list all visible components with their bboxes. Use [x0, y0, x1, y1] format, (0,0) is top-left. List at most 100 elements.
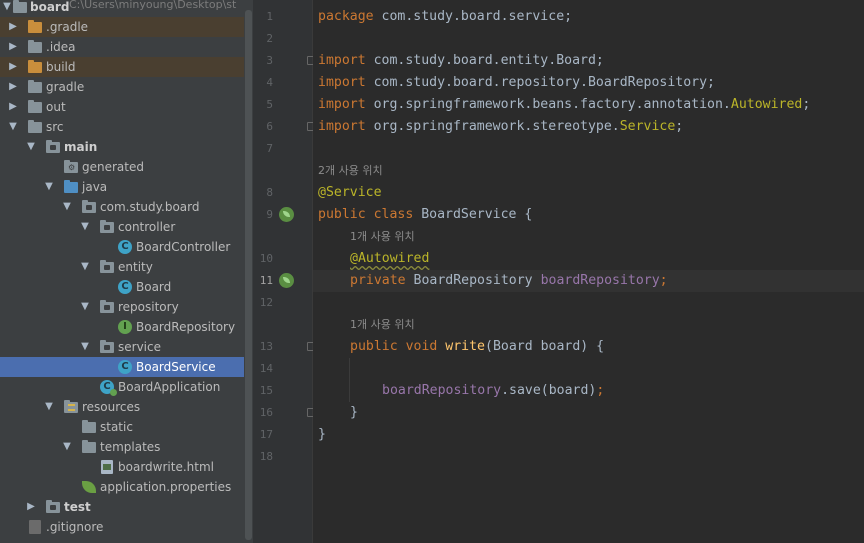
code-text: ;	[675, 119, 684, 134]
chevron-down-icon[interactable]: ▼	[44, 400, 54, 414]
tree-item-gradle-dir[interactable]: ▶ .gradle	[0, 17, 253, 37]
folder-icon	[27, 79, 43, 95]
package-icon	[99, 339, 115, 355]
tree-item-main[interactable]: ▼ main	[0, 137, 253, 157]
code-text: com.study.board.repository.BoardReposito…	[365, 75, 715, 90]
tree-item-gitignore[interactable]: .gitignore	[0, 517, 253, 537]
tree-scrollbar[interactable]	[244, 0, 253, 543]
annotation: @Autowired	[350, 251, 430, 266]
annotation-name: Service	[619, 119, 676, 134]
tree-item-board[interactable]: C Board	[0, 277, 253, 297]
class-icon: C	[117, 279, 133, 295]
tree-item-label: test	[64, 500, 91, 514]
tree-item-label: BoardRepository	[136, 320, 236, 334]
spring-leaf-icon	[81, 479, 97, 495]
tree-item-label: build	[46, 60, 76, 74]
line-number: 18	[259, 450, 273, 463]
folder-icon	[27, 119, 43, 135]
usages-inlay-hint[interactable]: 2개 사용 위치	[318, 162, 383, 180]
spring-autowired-bean-icon[interactable]	[279, 273, 294, 288]
package-icon	[99, 219, 115, 235]
tree-item-package-root[interactable]: ▼ com.study.board	[0, 197, 253, 217]
line-number: 14	[259, 362, 273, 375]
tree-item-java[interactable]: ▼ java	[0, 177, 253, 197]
chevron-right-icon[interactable]: ▶	[26, 500, 36, 514]
chevron-down-icon[interactable]: ▼	[2, 0, 12, 14]
line-number: 3	[266, 54, 273, 67]
tree-item-label: .gitignore	[46, 520, 104, 534]
tree-item-controller[interactable]: ▼ controller	[0, 217, 253, 237]
code-editor[interactable]: package com.study.board.service; import …	[313, 0, 864, 543]
tree-item-service[interactable]: ▼ service	[0, 337, 253, 357]
indent-guide	[349, 358, 350, 402]
scrollbar-thumb[interactable]	[245, 10, 252, 540]
source-root-icon	[63, 179, 79, 195]
line-number: 11	[259, 274, 273, 287]
code-text: (Board board) {	[485, 339, 605, 354]
source-folder-icon	[45, 139, 61, 155]
keyword: public void	[350, 339, 438, 354]
tree-item-label: templates	[100, 440, 161, 454]
code-text: com.study.board.service;	[373, 9, 573, 24]
tree-item-application-properties[interactable]: application.properties	[0, 477, 253, 497]
tree-item-idea[interactable]: ▶ .idea	[0, 37, 253, 57]
tree-item-label: static	[100, 420, 133, 434]
tree-item-out[interactable]: ▶ out	[0, 97, 253, 117]
tree-item-boardwrite-html[interactable]: boardwrite.html	[0, 457, 253, 477]
chevron-right-icon[interactable]: ▶	[8, 60, 18, 74]
chevron-right-icon[interactable]: ▶	[8, 40, 18, 54]
tree-item-board-service[interactable]: C BoardService	[0, 357, 253, 377]
line-number: 12	[259, 296, 273, 309]
editor-gutter: 1 2 3 4 5 6 7 8 9 10 11 12 13 14 15 16 1…	[253, 0, 316, 543]
chevron-down-icon[interactable]: ▼	[26, 140, 36, 154]
tree-item-label: Board	[136, 280, 172, 294]
chevron-right-icon[interactable]: ▶	[8, 20, 18, 34]
chevron-down-icon[interactable]: ▼	[80, 220, 90, 234]
keyword: public class	[318, 207, 414, 222]
chevron-down-icon[interactable]: ▼	[62, 440, 72, 454]
annotation-name: Autowired	[730, 97, 803, 112]
tree-item-test[interactable]: ▶ test	[0, 497, 253, 517]
tree-item-static[interactable]: static	[0, 417, 253, 437]
code-text: BoardService {	[413, 207, 533, 222]
interface-icon: I	[117, 319, 133, 335]
tree-item-templates[interactable]: ▼ templates	[0, 437, 253, 457]
root-name: board	[30, 0, 70, 14]
code-line-16: }	[350, 405, 358, 420]
code-line-6: import org.springframework.stereotype.Se…	[318, 116, 683, 138]
tree-item-repository[interactable]: ▼ repository	[0, 297, 253, 317]
code-line-13: public void write(Board board) {	[350, 336, 604, 358]
tree-item-label: BoardController	[136, 240, 231, 254]
spring-bean-icon[interactable]	[279, 207, 294, 222]
code-line-4: import com.study.board.repository.BoardR…	[318, 72, 715, 94]
tree-root-board[interactable]: ▼ board C:\Users\minyoung\Desktop\st	[0, 0, 253, 17]
tree-item-board-controller[interactable]: C BoardController	[0, 237, 253, 257]
tree-item-build[interactable]: ▶ build	[0, 57, 253, 77]
tree-item-label: com.study.board	[100, 200, 200, 214]
chevron-down-icon[interactable]: ▼	[80, 300, 90, 314]
tree-item-board-repository[interactable]: I BoardRepository	[0, 317, 253, 337]
chevron-right-icon[interactable]: ▶	[8, 100, 18, 114]
tree-item-board-application[interactable]: C BoardApplication	[0, 377, 253, 397]
tree-item-src[interactable]: ▼ src	[0, 117, 253, 137]
chevron-down-icon[interactable]: ▼	[80, 340, 90, 354]
chevron-down-icon[interactable]: ▼	[80, 260, 90, 274]
class-icon: C	[117, 359, 133, 375]
line-number: 5	[266, 98, 273, 111]
tree-item-label: BoardApplication	[118, 380, 221, 394]
tree-item-entity[interactable]: ▼ entity	[0, 257, 253, 277]
usages-inlay-hint[interactable]: 1개 사용 위치	[350, 228, 415, 246]
folder-icon	[27, 59, 43, 75]
resources-folder-icon	[63, 399, 79, 415]
tree-item-resources[interactable]: ▼ resources	[0, 397, 253, 417]
code-line-3: import com.study.board.entity.Board;	[318, 50, 604, 72]
chevron-right-icon[interactable]: ▶	[8, 80, 18, 94]
chevron-down-icon[interactable]: ▼	[8, 120, 18, 134]
usages-inlay-hint[interactable]: 1개 사용 위치	[350, 316, 415, 334]
tree-item-gradle[interactable]: ▶ gradle	[0, 77, 253, 97]
chevron-down-icon[interactable]: ▼	[62, 200, 72, 214]
keyword: import	[318, 53, 366, 68]
tree-item-generated[interactable]: ⚙ generated	[0, 157, 253, 177]
tree-item-label: generated	[82, 160, 144, 174]
chevron-down-icon[interactable]: ▼	[44, 180, 54, 194]
